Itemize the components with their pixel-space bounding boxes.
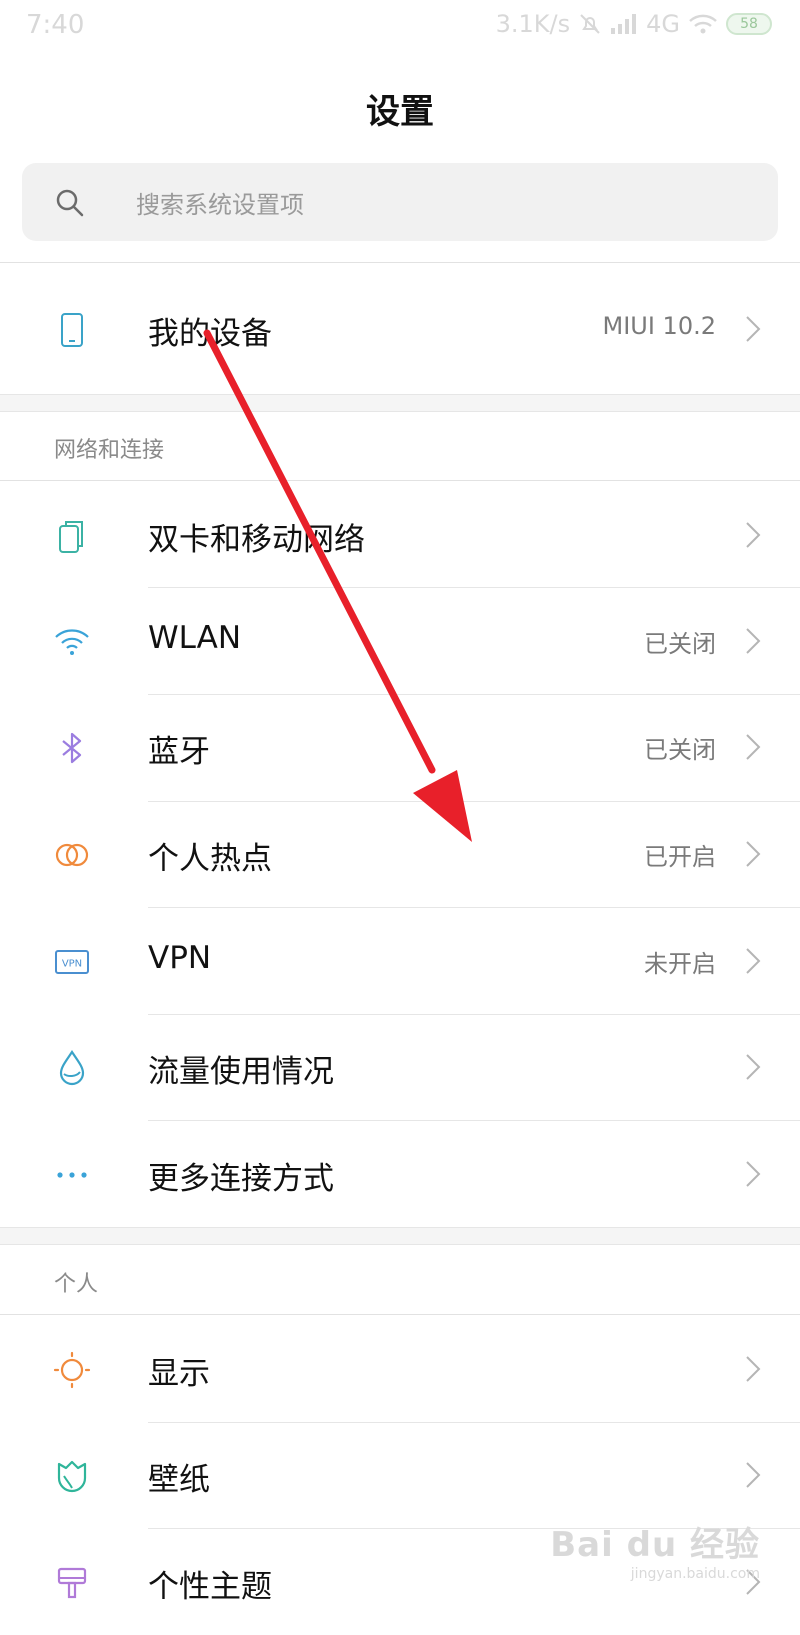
watermark-brand: Bai du 经验 xyxy=(550,1525,760,1565)
section-gap xyxy=(0,394,800,412)
row-label: 双卡和移动网络 xyxy=(148,522,365,558)
watermark-url: jingyan.baidu.com xyxy=(630,1566,760,1582)
row-label: 个性主题 xyxy=(148,1569,272,1605)
page-title: 设置 xyxy=(366,92,434,132)
row-label: 壁纸 xyxy=(148,1462,210,1498)
row-bluetooth[interactable]: 蓝牙 已关闭 xyxy=(0,694,800,800)
chevron-right-icon xyxy=(746,734,761,760)
search-icon xyxy=(56,189,84,217)
bluetooth-icon xyxy=(62,732,82,764)
wifi-icon xyxy=(55,629,89,655)
divider xyxy=(0,262,800,263)
vpn-icon: VPN xyxy=(55,950,89,974)
my-device-label: 我的设备 xyxy=(148,316,272,352)
status-indicators: 3.1K/s 4G 58 xyxy=(496,10,772,38)
hotspot-icon xyxy=(55,843,89,867)
divider xyxy=(0,1314,800,1315)
divider xyxy=(0,480,800,481)
row-vpn[interactable]: VPN VPN 未开启 xyxy=(0,908,800,1014)
battery-indicator: 58 xyxy=(726,13,772,35)
chevron-right-icon xyxy=(746,841,761,867)
network-speed: 3.1K/s xyxy=(495,10,571,38)
row-wlan[interactable]: WLAN 已关闭 xyxy=(0,588,800,694)
row-label: 蓝牙 xyxy=(148,734,210,770)
row-more-connections[interactable]: 更多连接方式 xyxy=(0,1121,800,1227)
watermark: Bai du 经验 jingyan.baidu.com xyxy=(550,1517,760,1582)
section-header-network: 网络和连接 xyxy=(54,438,165,463)
more-dots-icon xyxy=(57,1172,87,1178)
row-label: 显示 xyxy=(148,1356,210,1392)
section-header-personal: 个人 xyxy=(54,1272,99,1297)
chevron-right-icon xyxy=(746,628,761,654)
wifi-status-icon xyxy=(689,14,717,34)
mute-bell-icon xyxy=(580,14,600,34)
status-bar: 7:40 3.1K/s 4G 58 xyxy=(0,0,800,52)
battery-level: 58 xyxy=(740,16,758,32)
search-placeholder: 搜索系统设置项 xyxy=(136,191,304,219)
chevron-right-icon xyxy=(746,1161,761,1187)
chevron-right-icon xyxy=(746,1356,761,1382)
row-value: 已关闭 xyxy=(644,630,716,658)
section-gap xyxy=(0,1227,800,1245)
theme-brush-icon xyxy=(57,1567,87,1599)
network-type: 4G xyxy=(646,10,680,38)
svg-text:VPN: VPN xyxy=(62,959,82,970)
row-wallpaper[interactable]: 壁纸 xyxy=(0,1422,800,1528)
row-data-usage[interactable]: 流量使用情况 xyxy=(0,1014,800,1120)
row-label: VPN xyxy=(148,940,212,976)
row-hotspot[interactable]: 个人热点 已开启 xyxy=(0,801,800,907)
row-label: 更多连接方式 xyxy=(148,1161,334,1197)
row-label: 个人热点 xyxy=(148,841,272,877)
my-device-row[interactable]: 我的设备 MIUI 10.2 xyxy=(0,276,800,382)
chevron-right-icon xyxy=(746,1462,761,1488)
sun-icon xyxy=(53,1351,91,1389)
chevron-right-icon xyxy=(746,316,761,342)
row-value: 已开启 xyxy=(644,843,716,871)
search-input[interactable]: 搜索系统设置项 xyxy=(22,163,778,241)
row-value: 未开启 xyxy=(644,950,716,978)
my-device-value: MIUI 10.2 xyxy=(602,312,717,340)
chevron-right-icon xyxy=(746,948,761,974)
row-label: 流量使用情况 xyxy=(148,1054,334,1090)
signal-icon xyxy=(611,14,637,34)
data-usage-icon xyxy=(59,1050,85,1086)
row-dual-sim[interactable]: 双卡和移动网络 xyxy=(0,482,800,588)
wallpaper-icon xyxy=(57,1460,87,1493)
chevron-right-icon xyxy=(746,522,761,548)
row-display[interactable]: 显示 xyxy=(0,1316,800,1422)
row-label: WLAN xyxy=(148,620,242,656)
dual-sim-icon xyxy=(59,521,83,553)
phone-icon xyxy=(61,313,83,347)
row-value: 已关闭 xyxy=(644,736,716,764)
status-time: 7:40 xyxy=(26,10,85,40)
chevron-right-icon xyxy=(746,1054,761,1080)
